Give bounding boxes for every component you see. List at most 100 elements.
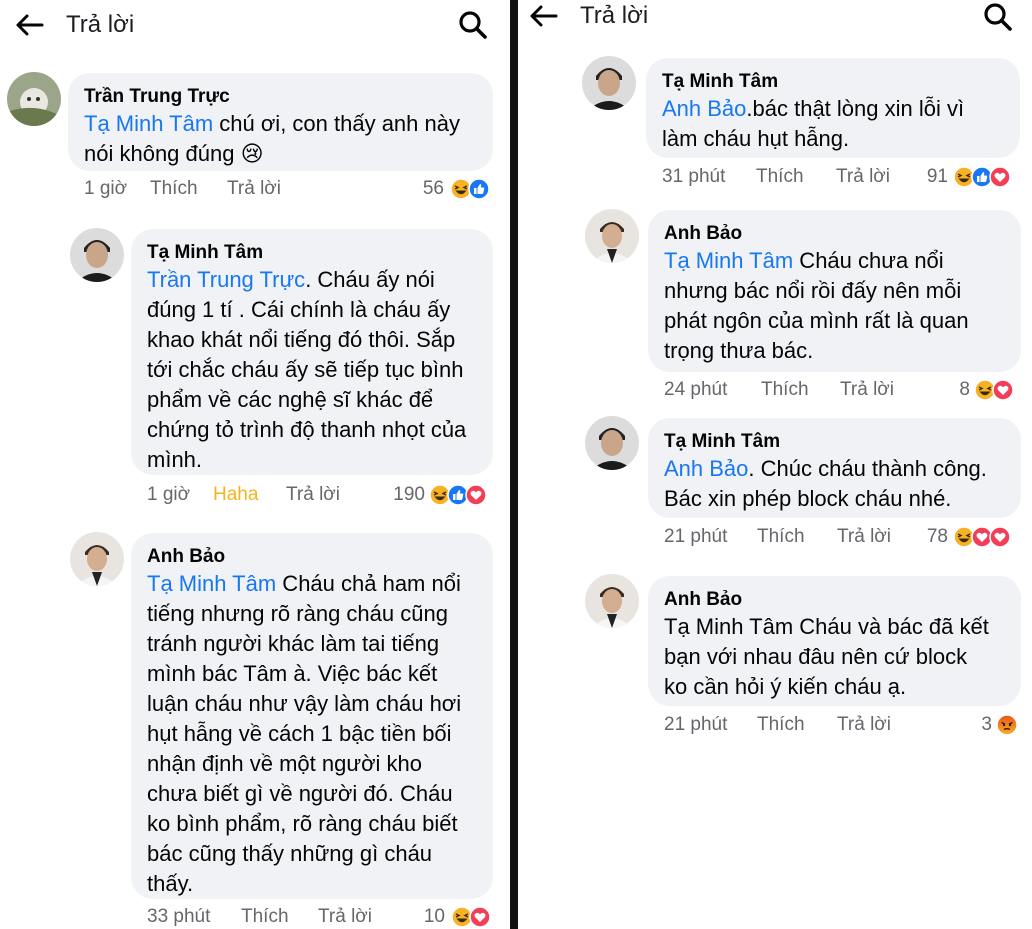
reaction-icons[interactable] [429,484,487,508]
love-reaction-icon [992,379,1014,401]
comment-meta: 24 phút Thích Trả lời 8 [664,379,1022,405]
reaction-count[interactable]: 91 [902,166,948,188]
like-button[interactable]: Thích [761,379,809,401]
comment-meta: 21 phút Thích Trả lời 78 [664,526,1022,552]
love-reaction-icon [469,906,491,928]
reaction-count[interactable]: 3 [954,714,992,736]
reaction-icons[interactable] [996,714,1018,738]
comment-bubble: Anh Bảo Tạ Minh Tâm Cháu chả ham nổi tiến… [131,533,493,899]
arrow-left-icon[interactable] [14,13,44,37]
comment-line: Tạ Minh Tâm Cháu và bác đã kết [664,614,989,639]
avatar[interactable] [70,228,124,282]
comment-line: phát ngôn của mình rất là quan [664,308,969,333]
comment-time: 1 giờ [147,484,191,505]
love-reaction-icon [989,166,1011,188]
comment-bubble: Tạ Minh Tâm Trần Trung Trực. Cháu ấy nói… [131,229,493,475]
like-button[interactable]: Thích [756,166,804,188]
comment-line: thấy. [147,871,194,896]
comment-line: tránh người khác làm tai tiếng [147,631,440,656]
comment-author[interactable]: Tạ Minh Tâm [662,70,1004,94]
top-bar: Trả lời [518,0,1032,54]
comment-line: mình bác Tâm à. Việc bác kết [147,661,438,686]
comment-meta: 1 giờ Thích Trả lời 56 [84,178,494,204]
left-screenshot: Trả lời Trần Trung Trực Tạ Minh Tâm chú … [0,0,510,929]
comment-author[interactable]: Anh Bảo [664,222,1005,246]
reply-button[interactable]: Trả lời [836,166,890,188]
comment-text: Tạ Minh Tâm Cháu và bác đã kết bạn với nh… [664,612,1005,702]
reply-button[interactable]: Trả lời [837,526,891,548]
comment-line: nhưng bác nổi rồi đấy nên mỗi [664,278,962,303]
comment-meta: 21 phút Thích Trả lời 3 [664,714,1022,740]
search-icon[interactable] [983,2,1013,32]
comment-line: ko cần hỏi ý kiến cháu ạ. [664,674,907,699]
panel-divider [510,0,518,929]
avatar[interactable] [585,416,639,470]
comment-time: 31 phút [662,166,726,187]
comment-line: chú ơi, con thấy anh này [213,111,460,136]
comment-line: làm cháu hụt hẫng. [662,126,850,151]
comment-bubble: Tạ Minh Tâm Anh Bảo. Chúc cháu thành côn… [648,418,1021,518]
comment-author[interactable]: Anh Bảo [147,545,477,569]
comment-line: đúng 1 tí . Cái chính là cháu ấy [147,297,451,322]
reply-button[interactable]: Trả lời [227,178,281,200]
comment-author[interactable]: Tạ Minh Tâm [664,430,1005,454]
reaction-count[interactable]: 78 [896,526,948,548]
reaction-icons[interactable] [974,379,1014,403]
like-button[interactable]: Thích [757,714,805,736]
avatar[interactable] [70,532,124,586]
reaction-count[interactable]: 56 [384,178,444,200]
mention-link[interactable]: Trần Trung Trực [147,267,305,292]
comment-line: Bác xin phép block cháu nhé. [664,486,952,511]
mention-link[interactable]: Anh Bảo [664,456,748,481]
reaction-count[interactable]: 10 [387,906,445,928]
avatar[interactable] [582,56,636,110]
like-button[interactable]: Thích [757,526,805,548]
like-reaction-icon [468,178,490,200]
comment-author[interactable]: Tạ Minh Tâm [147,241,477,265]
comment-line: phẩm về các nghệ sĩ khác để [147,387,434,412]
comment-line: trọng thưa bác. [664,338,814,363]
mention-link[interactable]: Tạ Minh Tâm [147,571,276,596]
comment-meta: 1 giờ Haha Trả lời 190 [147,484,494,510]
comment-meta: 31 phút Thích Trả lời 91 [662,166,1022,192]
reaction-icons[interactable] [450,178,490,202]
comment-bubble: Tạ Minh Tâm Anh Bảo.bác thật lòng xin lỗ… [646,58,1020,158]
comment-line: Cháu chả ham nổi [276,571,461,596]
comment-line: . Cháu ấy nói [305,267,435,292]
comment-time: 33 phút [147,906,211,927]
reply-button[interactable]: Trả lời [286,484,340,506]
comment-line: bạn với nhau đâu nên cứ block [664,644,968,669]
reaction-count[interactable]: 190 [363,484,425,506]
right-screenshot: Trả lời Tạ Minh Tâm Anh Bảo.bác thật lòn… [518,0,1032,929]
page-title: Trả lời [66,11,135,38]
reaction-icons[interactable] [451,906,491,929]
mention-link[interactable]: Tạ Minh Tâm [84,111,213,136]
avatar[interactable] [585,574,639,628]
haha-reacted-button[interactable]: Haha [213,484,258,506]
comment-bubble: Anh Bảo Tạ Minh Tâm Cháu và bác đã kết bạ… [648,576,1021,706]
comment-line: Cháu chưa nổi [793,248,944,273]
arrow-left-icon[interactable] [528,4,558,28]
mention-link[interactable]: Anh Bảo [662,96,746,121]
comment-author[interactable]: Trần Trung Trực [84,85,477,109]
comment-text: Tạ Minh Tâm chú ơi, con thấy anh này nói … [84,109,477,169]
comment-time: 1 giờ [84,178,128,199]
comment-line: ko bình phẩm, rõ ràng cháu biết [147,811,458,836]
reply-button[interactable]: Trả lời [318,906,372,928]
mention-link[interactable]: Tạ Minh Tâm [664,248,793,273]
comment-author[interactable]: Anh Bảo [664,588,1005,612]
comment-line: khao khát nổi tiếng đó thôi. Sắp [147,327,456,352]
reply-button[interactable]: Trả lời [840,379,894,401]
reaction-icons[interactable] [953,526,1011,550]
comment-time: 21 phút [664,714,728,735]
angry-reaction-icon [996,714,1018,736]
avatar[interactable] [7,72,61,126]
avatar[interactable] [585,209,639,263]
comment-line: mình. [147,447,203,472]
like-button[interactable]: Thích [241,906,289,928]
search-icon[interactable] [458,10,488,40]
like-button[interactable]: Thích [150,178,198,200]
reply-button[interactable]: Trả lời [837,714,891,736]
reaction-count[interactable]: 8 [914,379,970,401]
reaction-icons[interactable] [953,166,1011,190]
